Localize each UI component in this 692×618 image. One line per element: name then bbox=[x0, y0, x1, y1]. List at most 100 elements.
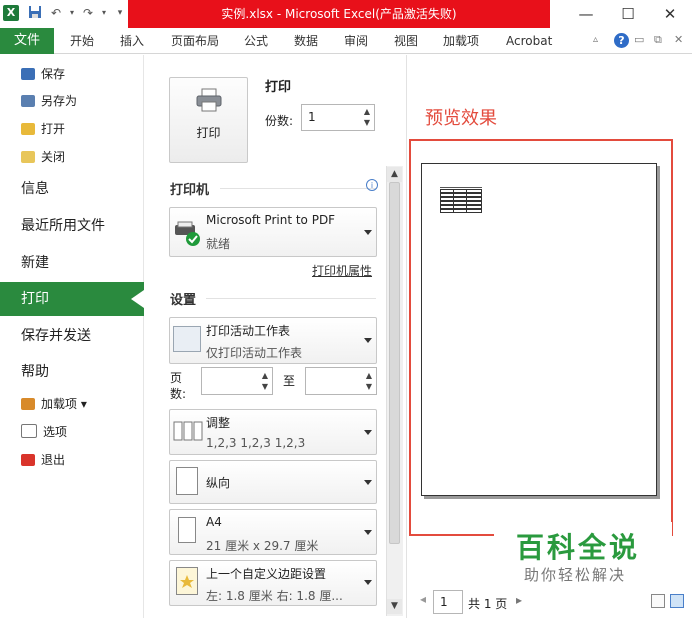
customize-icon[interactable]: ▾ bbox=[112, 5, 128, 21]
paper-title: A4 bbox=[206, 515, 222, 529]
open-folder-icon bbox=[21, 123, 35, 135]
watermark-sub: 助你轻松解决 bbox=[524, 566, 627, 584]
save-icon bbox=[21, 68, 35, 80]
nav-options-label: 选项 bbox=[43, 425, 68, 439]
tab-page-layout[interactable]: 页面布局 bbox=[171, 28, 219, 54]
nav-recent[interactable]: 最近所用文件 bbox=[21, 211, 105, 241]
nav-print[interactable]: 打印 bbox=[21, 284, 49, 314]
watermark-main: 百科全说 bbox=[516, 531, 641, 564]
scroll-up-icon[interactable]: ▲ bbox=[387, 167, 402, 182]
tab-home[interactable]: 开始 bbox=[70, 28, 94, 54]
settings-section-title: 设置 bbox=[170, 293, 197, 308]
addins-icon bbox=[21, 398, 35, 410]
nav-exit-label: 退出 bbox=[41, 453, 66, 467]
nav-close[interactable]: 关闭 bbox=[21, 146, 65, 168]
printer-icon bbox=[196, 88, 222, 112]
orientation-dropdown[interactable] bbox=[169, 460, 377, 504]
prev-page-icon[interactable]: ◂ bbox=[420, 592, 426, 614]
show-margins-icon[interactable] bbox=[651, 594, 665, 608]
save-as-icon bbox=[21, 95, 35, 107]
star-margin-icon bbox=[176, 567, 198, 595]
margins-subtitle: 左: 1.8 厘米 右: 1.8 厘... bbox=[206, 589, 343, 603]
nav-save-as[interactable]: 另存为 bbox=[21, 90, 77, 112]
close-folder-icon bbox=[21, 151, 35, 163]
nav-help[interactable]: 帮助 bbox=[21, 357, 49, 387]
nav-new[interactable]: 新建 bbox=[21, 248, 49, 278]
nav-save[interactable]: 保存 bbox=[21, 63, 65, 85]
redo-icon[interactable]: ↷ bbox=[80, 5, 96, 21]
chevron-down-icon bbox=[364, 530, 372, 535]
close-button[interactable]: ✕ bbox=[650, 2, 690, 26]
preview-annotation: 预览效果 bbox=[425, 108, 497, 129]
nav-open[interactable]: 打开 bbox=[21, 118, 65, 140]
options-icon bbox=[21, 424, 37, 438]
tab-review[interactable]: 审阅 bbox=[344, 28, 368, 54]
undo-icon[interactable]: ↶ bbox=[48, 5, 64, 21]
zoom-to-page-icon[interactable] bbox=[670, 594, 684, 608]
nav-open-label: 打开 bbox=[41, 122, 66, 136]
minimize-button[interactable]: — bbox=[566, 2, 606, 26]
doc-minimize-icon[interactable]: ▭ bbox=[634, 33, 644, 46]
preview-page bbox=[421, 163, 657, 496]
scroll-down-icon[interactable]: ▼ bbox=[387, 599, 402, 614]
printer-section-title: 打印机 bbox=[170, 183, 210, 198]
scroll-thumb[interactable] bbox=[389, 182, 400, 544]
printer-properties-link[interactable]: 打印机属性 bbox=[312, 262, 372, 279]
print-what-title: 打印活动工作表 bbox=[206, 324, 291, 338]
next-page-icon[interactable]: ▸ bbox=[516, 593, 522, 607]
undo-dropdown-icon[interactable]: ▾ bbox=[64, 5, 80, 21]
selected-arrow-icon bbox=[131, 290, 144, 308]
nav-save-send[interactable]: 保存并发送 bbox=[21, 321, 91, 351]
pages-to-label: 至 bbox=[283, 374, 296, 388]
worksheet-icon bbox=[173, 326, 201, 352]
redo-dropdown-icon[interactable]: ▾ bbox=[96, 5, 112, 21]
tab-insert[interactable]: 插入 bbox=[120, 28, 144, 54]
copies-down-icon[interactable]: ▼ bbox=[361, 118, 373, 128]
excel-logo-icon[interactable]: X bbox=[3, 5, 19, 21]
printer-status: 就绪 bbox=[206, 237, 231, 251]
save-icon[interactable] bbox=[27, 5, 43, 21]
paper-subtitle: 21 厘米 x 29.7 厘米 bbox=[206, 539, 319, 553]
print-what-subtitle: 仅打印活动工作表 bbox=[206, 346, 303, 360]
print-button-label: 打印 bbox=[196, 126, 221, 140]
nav-info[interactable]: 信息 bbox=[21, 174, 49, 204]
pages-to-up-icon[interactable]: ▲ bbox=[363, 371, 375, 381]
copies-label: 份数: bbox=[265, 114, 294, 128]
tab-formulas[interactable]: 公式 bbox=[244, 28, 268, 54]
copies-up-icon[interactable]: ▲ bbox=[361, 107, 373, 117]
paper-icon bbox=[178, 517, 196, 543]
chevron-down-icon bbox=[364, 230, 372, 235]
printer-name: Microsoft Print to PDF bbox=[206, 213, 336, 227]
exit-icon bbox=[21, 454, 35, 466]
nav-addins[interactable]: 加载项 ▾ bbox=[21, 393, 87, 415]
page-number-input[interactable]: 1 bbox=[433, 590, 463, 614]
collate-subtitle: 1,2,3 1,2,3 1,2,3 bbox=[206, 436, 306, 450]
divider bbox=[206, 298, 376, 299]
tab-data[interactable]: 数据 bbox=[294, 28, 318, 54]
printer-ready-icon bbox=[173, 221, 201, 247]
chevron-down-icon bbox=[364, 580, 372, 585]
collapse-ribbon-icon[interactable]: ▵ bbox=[593, 34, 598, 45]
print-heading: 打印 bbox=[265, 80, 292, 95]
nav-exit[interactable]: 退出 bbox=[21, 449, 65, 471]
divider bbox=[220, 188, 376, 189]
doc-restore-icon[interactable]: ⧉ bbox=[654, 33, 662, 47]
help-icon[interactable]: ? bbox=[614, 33, 629, 48]
tab-file[interactable]: 文件 bbox=[0, 28, 54, 54]
maximize-button[interactable]: ☐ bbox=[608, 2, 648, 26]
margins-title: 上一个自定义边距设置 bbox=[206, 567, 327, 581]
nav-save-label: 保存 bbox=[41, 67, 66, 81]
doc-close-icon[interactable]: ✕ bbox=[674, 33, 683, 46]
tab-addins[interactable]: 加载项 bbox=[443, 28, 479, 54]
chevron-down-icon bbox=[364, 338, 372, 343]
tab-view[interactable]: 视图 bbox=[394, 28, 418, 54]
page-total: 共 1 页 bbox=[468, 597, 508, 611]
chevron-down-icon bbox=[364, 430, 372, 435]
tab-acrobat[interactable]: Acrobat bbox=[506, 28, 552, 54]
pages-from-up-icon[interactable]: ▲ bbox=[259, 371, 271, 381]
orientation-title: 纵向 bbox=[206, 476, 231, 490]
nav-options[interactable]: 选项 bbox=[21, 421, 67, 443]
info-icon[interactable]: i bbox=[366, 179, 378, 191]
pages-to-down-icon[interactable]: ▼ bbox=[363, 382, 375, 392]
pages-from-down-icon[interactable]: ▼ bbox=[259, 382, 271, 392]
